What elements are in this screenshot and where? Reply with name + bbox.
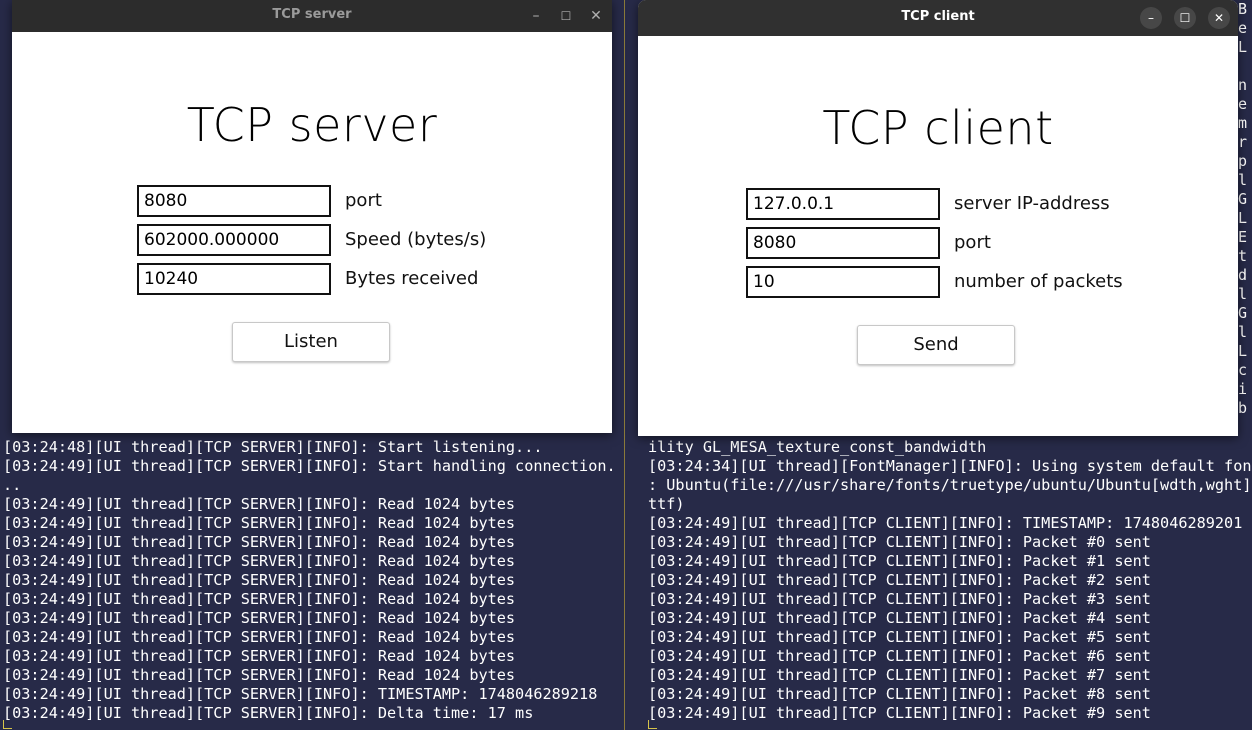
log-line: [03:24:49][UI thread][TCP CLIENT][INFO]:… (648, 533, 1151, 551)
server-port-input[interactable] (137, 185, 331, 217)
log-line: [03:24:49][UI thread][TCP SERVER][INFO]:… (3, 685, 598, 703)
log-line: [03:24:49][UI thread][TCP SERVER][INFO]:… (3, 552, 516, 570)
terminal-edge-char: L (1238, 38, 1248, 56)
terminal-edge-char: B (1238, 0, 1248, 18)
log-line: [03:24:49][UI thread][TCP CLIENT][INFO]:… (648, 704, 1151, 722)
log-line: [03:24:49][UI thread][TCP SERVER][INFO]:… (3, 628, 516, 646)
tcp-client-window: TCP client – ☐ ✕ TCP client server IP-ad… (638, 0, 1238, 436)
terminal-edge-char: E (1238, 228, 1248, 246)
log-line: .. (3, 476, 22, 494)
server-titlebar[interactable]: TCP server – ☐ ✕ (12, 0, 612, 32)
minimize-icon[interactable]: – (528, 1, 544, 31)
log-line: [03:24:49][UI thread][TCP CLIENT][INFO]:… (648, 571, 1151, 589)
log-line: [03:24:49][UI thread][TCP SERVER][INFO]:… (3, 666, 516, 684)
maximize-icon[interactable]: ☐ (1174, 7, 1196, 29)
terminal-split-divider[interactable] (624, 0, 625, 730)
client-heading: TCP client (822, 101, 1054, 155)
server-ip-label: server IP-address (954, 193, 1110, 214)
terminal-edge-char: b (1238, 399, 1248, 417)
tcp-server-window: TCP server – ☐ ✕ TCP server port Speed (… (12, 0, 612, 433)
terminal-edge-char: i (1238, 380, 1248, 398)
server-terminal-log: [03:24:48][UI thread][TCP SERVER][INFO]:… (3, 438, 612, 723)
send-button[interactable]: Send (857, 325, 1015, 365)
server-window-title: TCP server (272, 7, 352, 22)
log-line: [03:24:49][UI thread][TCP CLIENT][INFO]:… (648, 590, 1151, 608)
log-line: [03:24:49][UI thread][TCP SERVER][INFO]:… (3, 647, 516, 665)
listen-button[interactable]: Listen (232, 322, 390, 362)
client-port-label: port (954, 232, 991, 253)
packets-count-label: number of packets (954, 271, 1123, 292)
log-line: : Ubuntu(file:///usr/share/fonts/truetyp… (648, 476, 1252, 494)
log-line: [03:24:49][UI thread][TCP CLIENT][INFO]:… (648, 514, 1243, 532)
terminal-edge-char: l (1238, 171, 1248, 189)
packets-count-input[interactable] (746, 266, 940, 298)
bytes-received-field[interactable] (137, 263, 331, 295)
terminal-edge-char: L (1238, 209, 1248, 227)
log-line: [03:24:49][UI thread][TCP SERVER][INFO]:… (3, 571, 516, 589)
log-line: [03:24:49][UI thread][TCP SERVER][INFO]:… (3, 533, 516, 551)
terminal-edge-char: r (1238, 133, 1248, 151)
log-line: [03:24:49][UI thread][TCP CLIENT][INFO]:… (648, 666, 1151, 684)
minimize-icon[interactable]: – (1140, 7, 1162, 29)
close-icon[interactable]: ✕ (1208, 7, 1230, 29)
log-line: [03:24:49][UI thread][TCP CLIENT][INFO]:… (648, 609, 1151, 627)
terminal-edge-char: c (1238, 361, 1248, 379)
log-line: [03:24:49][UI thread][TCP SERVER][INFO]:… (3, 495, 516, 513)
server-port-label: port (345, 190, 382, 211)
speed-label: Speed (bytes/s) (345, 229, 487, 250)
log-line: [03:24:49][UI thread][TCP SERVER][INFO]:… (3, 457, 612, 475)
right-terminal-edge: BeLnemrplGLEtdlGlLcib (1238, 0, 1252, 730)
terminal-edge-char (1238, 57, 1252, 76)
terminal-edge-char: t (1238, 247, 1248, 265)
log-line: [03:24:49][UI thread][TCP CLIENT][INFO]:… (648, 628, 1151, 646)
terminal-edge-char: G (1238, 190, 1248, 208)
client-port-input[interactable] (746, 227, 940, 259)
terminal-edge-char: G (1238, 304, 1248, 322)
terminal-cursor (3, 720, 12, 729)
server-ip-input[interactable] (746, 188, 940, 220)
log-line: [03:24:49][UI thread][TCP CLIENT][INFO]:… (648, 647, 1151, 665)
terminal-edge-char: d (1238, 266, 1248, 284)
close-icon[interactable]: ✕ (588, 1, 604, 31)
bytes-received-label: Bytes received (345, 268, 479, 289)
log-line: [03:24:49][UI thread][TCP SERVER][INFO]:… (3, 514, 516, 532)
terminal-edge-char: e (1238, 95, 1248, 113)
client-terminal-log: ility GL_MESA_texture_const_bandwidth [03… (648, 438, 1252, 723)
terminal-edge-char: m (1238, 114, 1248, 132)
client-titlebar[interactable]: TCP client – ☐ ✕ (638, 0, 1238, 36)
speed-field[interactable] (137, 224, 331, 256)
terminal-edge-char: e (1238, 19, 1248, 37)
terminal-edge-char: p (1238, 152, 1248, 170)
log-line: [03:24:49][UI thread][TCP SERVER][INFO]:… (3, 704, 534, 722)
log-line: [03:24:34][UI thread][FontManager][INFO]… (648, 457, 1252, 475)
maximize-icon[interactable]: ☐ (558, 1, 574, 31)
log-line: [03:24:49][UI thread][TCP CLIENT][INFO]:… (648, 685, 1151, 703)
terminal-edge-char: L (1238, 342, 1248, 360)
client-window-title: TCP client (901, 9, 975, 24)
terminal-edge-char: l (1238, 323, 1248, 341)
log-line: ility GL_MESA_texture_const_bandwidth (648, 438, 987, 456)
terminal-edge-char: l (1238, 285, 1248, 303)
log-line: [03:24:49][UI thread][TCP CLIENT][INFO]:… (648, 552, 1151, 570)
log-line: [03:24:48][UI thread][TCP SERVER][INFO]:… (3, 438, 543, 456)
log-line: ttf) (648, 495, 685, 513)
terminal-cursor (648, 720, 657, 729)
log-line: [03:24:49][UI thread][TCP SERVER][INFO]:… (3, 609, 516, 627)
terminal-edge-char: n (1238, 76, 1248, 94)
server-heading: TCP server (186, 98, 438, 152)
log-line: [03:24:49][UI thread][TCP SERVER][INFO]:… (3, 590, 516, 608)
